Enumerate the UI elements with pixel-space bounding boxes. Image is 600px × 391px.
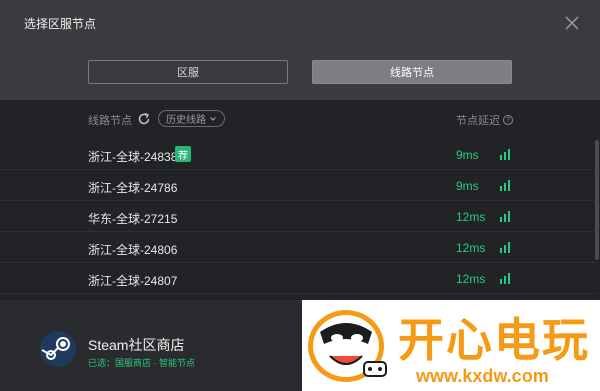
- help-icon[interactable]: ?: [503, 115, 513, 125]
- node-row[interactable]: 华东-全球-27215 12ms: [0, 202, 596, 232]
- chevron-down-icon: [210, 116, 216, 121]
- node-name: 华东-全球-27215: [88, 212, 178, 226]
- node-name: 浙江-全球-24806: [88, 243, 178, 257]
- store-selection: 已选：国服商店 · 智能节点: [88, 358, 195, 368]
- signal-icon: [500, 273, 510, 284]
- signal-icon: [500, 211, 510, 222]
- column-header-delay-label: 节点延迟: [456, 115, 500, 127]
- tab-region[interactable]: 区服: [88, 60, 288, 84]
- node-latency: 9ms: [456, 148, 479, 162]
- signal-icon: [500, 180, 510, 191]
- watermark-title: 开心电玩: [398, 313, 590, 367]
- node-row[interactable]: 浙江-全球-24806 12ms: [0, 233, 596, 263]
- node-row[interactable]: 浙江-全球-24786 9ms: [0, 171, 596, 201]
- scrollbar[interactable]: [595, 140, 599, 260]
- watermark-url: www.kxdw.com: [416, 366, 549, 386]
- column-header-delay: 节点延迟 ?: [456, 112, 513, 128]
- store-name: Steam社区商店: [88, 337, 185, 353]
- watermark: 开心电玩 www.kxdw.com: [302, 300, 600, 391]
- history-lines-label: 历史线路: [166, 115, 206, 126]
- tab-line-nodes[interactable]: 线路节点: [312, 60, 512, 84]
- dialog-title: 选择区服节点: [24, 17, 97, 31]
- history-lines-dropdown[interactable]: 历史线路: [158, 110, 225, 127]
- refresh-icon[interactable]: [137, 112, 151, 126]
- node-row[interactable]: 浙江-全球-24807 12ms: [0, 264, 596, 294]
- node-latency: 12ms: [456, 272, 486, 286]
- node-latency: 12ms: [456, 241, 486, 255]
- node-name: 浙江-全球-24807: [88, 274, 178, 288]
- node-name: 浙江-全球-24786: [88, 181, 178, 195]
- column-header-node: 线路节点: [88, 115, 132, 127]
- recommend-badge: 荐: [175, 146, 191, 162]
- signal-icon: [500, 242, 510, 253]
- signal-icon: [500, 149, 510, 160]
- node-latency: 9ms: [456, 179, 479, 193]
- node-latency: 12ms: [456, 210, 486, 224]
- steam-logo-icon: [39, 330, 77, 368]
- node-row[interactable]: 浙江-全球-24838 荐 9ms: [0, 140, 596, 170]
- mascot-logo-icon: [308, 310, 387, 382]
- close-icon[interactable]: [561, 12, 583, 34]
- node-name: 浙江-全球-24838: [88, 150, 178, 164]
